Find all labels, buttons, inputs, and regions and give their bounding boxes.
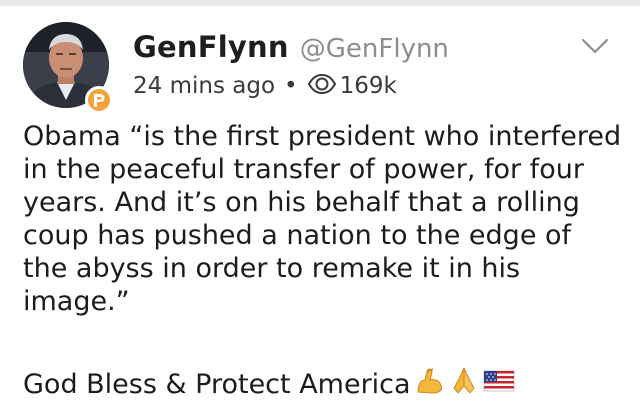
author-name[interactable]: GenFlynn xyxy=(133,30,289,64)
author-handle[interactable]: @GenFlynn xyxy=(300,34,449,64)
chevron-down-icon[interactable] xyxy=(581,37,609,55)
flexed-biceps-emoji xyxy=(415,366,445,402)
view-count: 169k xyxy=(339,73,397,99)
post-signoff: God Bless & Protect America xyxy=(23,366,515,402)
us-flag-emoji xyxy=(483,368,515,401)
author-avatar-container[interactable] xyxy=(23,22,113,114)
author-header: GenFlynn @GenFlynn xyxy=(133,30,449,64)
post-body-text: Obama “is the first president who interf… xyxy=(23,121,622,317)
post-timestamp: 24 mins ago xyxy=(133,73,276,99)
meta-separator: • xyxy=(284,73,298,99)
signoff-text: God Bless & Protect America xyxy=(23,368,411,400)
top-divider xyxy=(0,0,640,6)
folded-hands-emoji xyxy=(449,366,479,402)
post-meta: 24 mins ago • 169k xyxy=(133,72,397,100)
eye-icon xyxy=(307,73,337,101)
parler-badge-icon xyxy=(85,86,113,114)
